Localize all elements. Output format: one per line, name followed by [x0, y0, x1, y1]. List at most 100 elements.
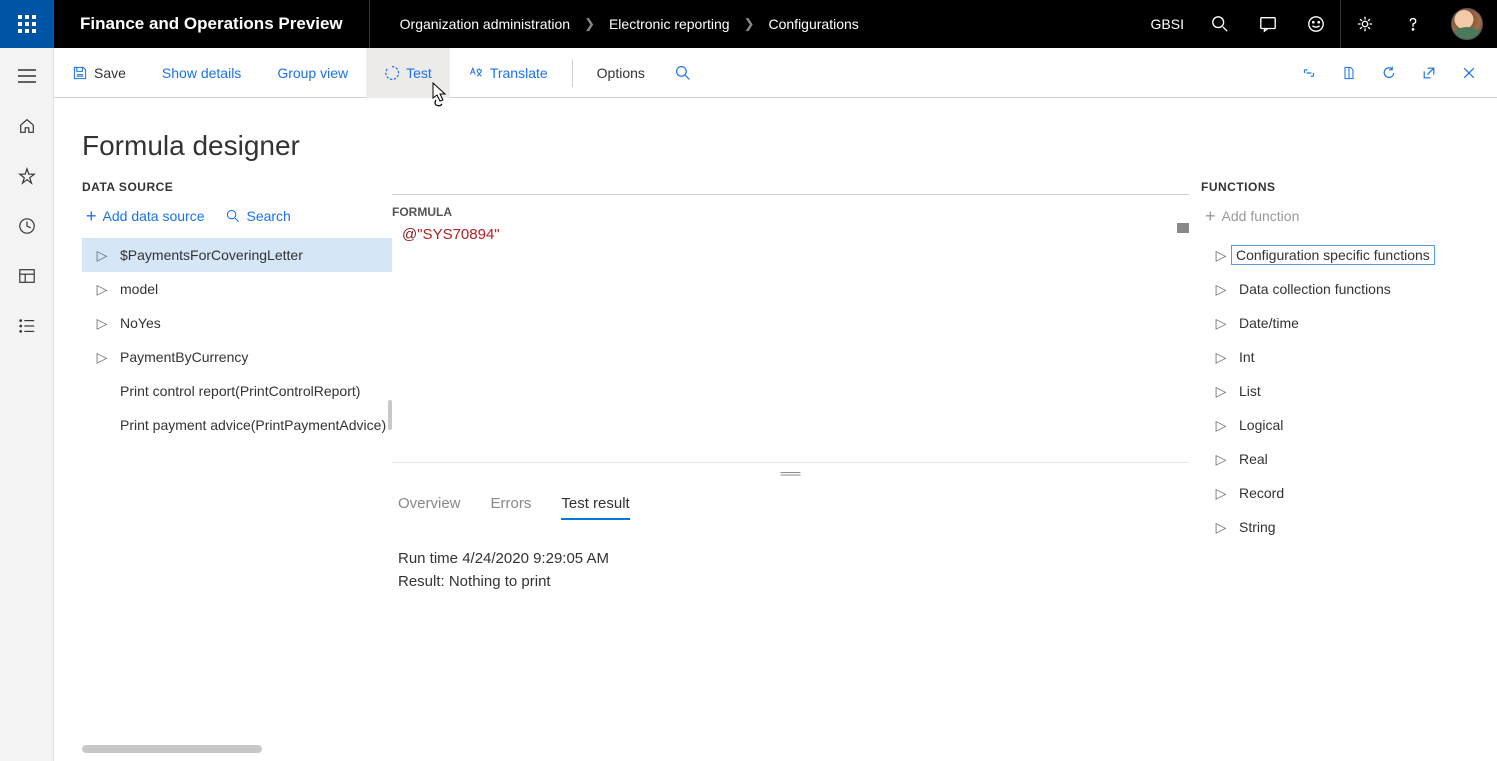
- tree-item[interactable]: ▷Date/time: [1201, 306, 1481, 340]
- page-title: Formula designer: [82, 130, 1497, 162]
- tree-item[interactable]: ▷$PaymentsForCoveringLetter: [82, 238, 392, 272]
- help-button[interactable]: [1389, 0, 1437, 48]
- add-datasource-button[interactable]: + Add data source: [86, 208, 204, 224]
- chevron-right-icon[interactable]: ▷: [92, 247, 112, 264]
- nav-hamburger[interactable]: [7, 64, 47, 88]
- tree-item[interactable]: ▷Int: [1201, 340, 1481, 374]
- chevron-right-icon[interactable]: ▷: [92, 281, 112, 298]
- result-tabs: Overview Errors Test result: [392, 489, 1189, 520]
- breadcrumb-item[interactable]: Organization administration: [400, 16, 570, 32]
- formula-editor[interactable]: @"SYS70894": [392, 223, 1189, 463]
- company-label[interactable]: GBSI: [1139, 16, 1196, 32]
- nav-favorites[interactable]: [7, 164, 47, 188]
- tree-item[interactable]: ▷model: [82, 272, 392, 306]
- test-button[interactable]: Test: [366, 48, 450, 98]
- top-bar: Finance and Operations Preview Organizat…: [0, 0, 1497, 48]
- gear-icon: [1356, 15, 1374, 33]
- show-details-button[interactable]: Show details: [144, 48, 259, 98]
- tree-item[interactable]: ▷String: [1201, 510, 1481, 544]
- save-button[interactable]: Save: [54, 48, 144, 98]
- tab-errors[interactable]: Errors: [491, 489, 532, 520]
- chevron-right-icon[interactable]: ▷: [92, 315, 112, 332]
- add-function-button[interactable]: + Add function: [1205, 208, 1299, 224]
- plus-icon: +: [86, 209, 97, 223]
- search-button[interactable]: [1196, 0, 1244, 48]
- tree-item[interactable]: Print payment advice(PrintPaymentAdvice): [82, 408, 392, 442]
- attachments-button[interactable]: [1331, 55, 1367, 91]
- close-button[interactable]: [1451, 55, 1487, 91]
- tree-item[interactable]: ▷Real: [1201, 442, 1481, 476]
- breadcrumb: Organization administration ❯ Electronic…: [370, 16, 859, 32]
- breadcrumb-item[interactable]: Configurations: [769, 16, 859, 32]
- app-launcher[interactable]: [0, 0, 54, 48]
- datasource-panel: DATA SOURCE + Add data source Search ▷$P…: [82, 180, 392, 761]
- user-avatar[interactable]: [1451, 8, 1483, 40]
- functions-tree: ▷Configuration specific functions▷Data c…: [1201, 238, 1481, 544]
- chevron-right-icon[interactable]: ▷: [1211, 417, 1231, 434]
- action-search-button[interactable]: [663, 48, 703, 98]
- nav-recent[interactable]: [7, 214, 47, 238]
- tree-item[interactable]: ▷Configuration specific functions: [1201, 238, 1481, 272]
- refresh-button[interactable]: [1371, 55, 1407, 91]
- datasource-tree: ▷$PaymentsForCoveringLetter▷model▷NoYes▷…: [82, 238, 392, 442]
- tab-overview[interactable]: Overview: [398, 489, 461, 520]
- chevron-right-icon[interactable]: ▷: [92, 349, 112, 366]
- tree-item-label: Configuration specific functions: [1231, 245, 1435, 265]
- scrollbar-thumb[interactable]: [1177, 223, 1189, 233]
- help-icon: [1404, 15, 1422, 33]
- star-icon: [18, 167, 36, 185]
- translate-icon: [468, 65, 484, 81]
- runtime-text: Run time 4/24/2020 9:29:05 AM: [398, 548, 1189, 571]
- tree-item-label: PaymentByCurrency: [112, 349, 248, 365]
- test-icon: [384, 65, 400, 81]
- settings-button[interactable]: [1341, 0, 1389, 48]
- formula-panel: FORMULA @"SYS70894" ══ Overview Errors T…: [392, 180, 1201, 761]
- tree-item[interactable]: ▷NoYes: [82, 306, 392, 340]
- tree-item[interactable]: ▷Record: [1201, 476, 1481, 510]
- app-title: Finance and Operations Preview: [54, 0, 370, 48]
- chevron-right-icon[interactable]: ▷: [1211, 485, 1231, 502]
- popout-icon: [1421, 65, 1437, 81]
- tree-item[interactable]: ▷PaymentByCurrency: [82, 340, 392, 374]
- tree-item-label: Print control report(PrintControlReport): [92, 383, 360, 399]
- datasource-heading: DATA SOURCE: [82, 180, 392, 194]
- link-button[interactable]: [1291, 55, 1327, 91]
- popout-button[interactable]: [1411, 55, 1447, 91]
- tab-test-result[interactable]: Test result: [561, 489, 629, 520]
- chevron-right-icon[interactable]: ▷: [1211, 519, 1231, 536]
- chevron-right-icon[interactable]: ▷: [1211, 451, 1231, 468]
- search-datasource-button[interactable]: Search: [226, 208, 290, 224]
- tree-item[interactable]: ▷Logical: [1201, 408, 1481, 442]
- options-button[interactable]: Options: [579, 48, 663, 98]
- nav-modules[interactable]: [7, 314, 47, 338]
- functions-panel: FUNCTIONS + Add function ▷Configuration …: [1201, 180, 1497, 761]
- tree-item-label: Date/time: [1231, 315, 1299, 331]
- chat-icon: [1259, 15, 1277, 33]
- chevron-right-icon: ❯: [744, 16, 755, 32]
- save-label: Save: [94, 65, 126, 81]
- nav-home[interactable]: [7, 114, 47, 138]
- search-icon: [226, 209, 240, 223]
- messages-button[interactable]: [1244, 0, 1292, 48]
- chevron-right-icon[interactable]: ▷: [1211, 315, 1231, 332]
- group-view-button[interactable]: Group view: [259, 48, 366, 98]
- translate-button[interactable]: Translate: [450, 48, 566, 98]
- workspace-icon: [18, 267, 36, 285]
- tree-item-label: Logical: [1231, 417, 1283, 433]
- chevron-right-icon[interactable]: ▷: [1211, 281, 1231, 298]
- nav-workspaces[interactable]: [7, 264, 47, 288]
- chevron-right-icon[interactable]: ▷: [1211, 247, 1231, 264]
- tree-item[interactable]: ▷Data collection functions: [1201, 272, 1481, 306]
- action-bar: Save Show details Group view Test Transl…: [0, 48, 1497, 98]
- chevron-right-icon[interactable]: ▷: [1211, 349, 1231, 366]
- tree-item[interactable]: ▷List: [1201, 374, 1481, 408]
- tree-item-label: Int: [1231, 349, 1255, 365]
- tree-item[interactable]: Print control report(PrintControlReport): [82, 374, 392, 408]
- chevron-right-icon[interactable]: ▷: [1211, 383, 1231, 400]
- tree-item-label: Print payment advice(PrintPaymentAdvice): [92, 417, 386, 433]
- tree-item-label: $PaymentsForCoveringLetter: [112, 247, 303, 263]
- feedback-button[interactable]: [1292, 0, 1340, 48]
- breadcrumb-item[interactable]: Electronic reporting: [609, 16, 730, 32]
- horizontal-scrollbar[interactable]: [82, 745, 262, 753]
- resize-handle[interactable]: ══: [392, 463, 1189, 483]
